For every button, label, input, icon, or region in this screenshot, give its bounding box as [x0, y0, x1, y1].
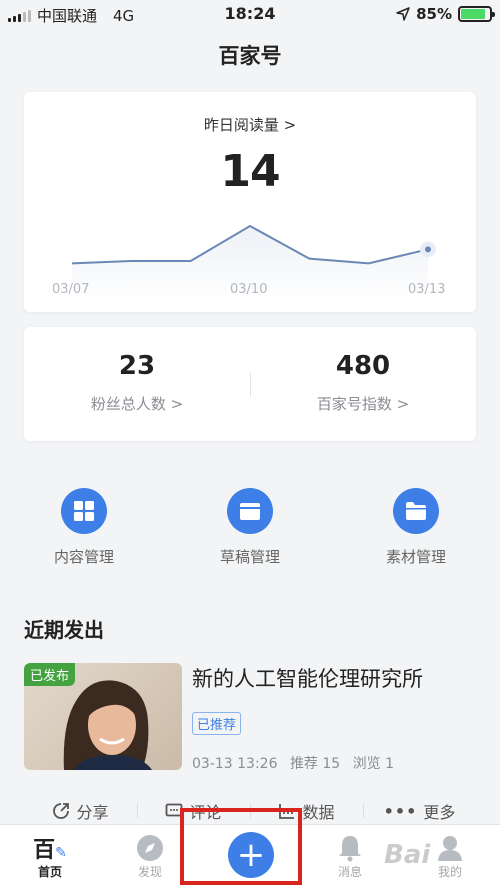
fans-label: 粉丝总人数 >: [90, 395, 184, 413]
post-thumbnail[interactable]: 已发布: [24, 663, 182, 770]
tab-discover-label: 发现: [137, 865, 162, 879]
post-recommend-count: 推荐 15: [289, 756, 341, 772]
recommended-badge: 已推荐: [192, 712, 242, 735]
compass-icon: [137, 835, 163, 861]
reads-value: 14: [220, 146, 280, 197]
folder-icon: [227, 488, 273, 534]
battery-icon: [458, 6, 495, 22]
user-icon: [438, 836, 462, 861]
recent-post-item[interactable]: 已发布 新的人工智能伦理研究所 已推荐 03-13 13:26 推荐 15 浏览…: [24, 663, 476, 773]
x-tick-label: 03/13: [408, 282, 446, 297]
stats-card: 23 粉丝总人数 > 480 百家号指数 >: [24, 327, 476, 441]
published-badge: 已发布: [24, 663, 76, 686]
index-value: 480: [335, 351, 391, 381]
page-title: 百家号: [218, 44, 282, 68]
tab-discover[interactable]: 发现: [110, 833, 190, 880]
content-manage-button[interactable]: 内容管理: [24, 488, 144, 567]
status-bar: 中国联通 4G 18:24 85%: [0, 0, 500, 30]
grid-icon: [61, 488, 107, 534]
draft-manage-label: 草稿管理: [219, 548, 280, 566]
tab-messages[interactable]: 消息: [310, 833, 390, 880]
home-icon: 百✎: [33, 838, 67, 863]
x-tick-label: 03/10: [230, 282, 268, 297]
tab-home[interactable]: 百✎ 首页: [10, 833, 90, 880]
chart-point: [425, 246, 431, 253]
location-arrow-icon: [396, 7, 410, 21]
tab-home-label: 首页: [37, 865, 62, 879]
content-manage-label: 内容管理: [53, 548, 114, 566]
data-label: 数据: [302, 803, 335, 822]
tab-messages-label: 消息: [337, 865, 362, 879]
index-stat[interactable]: 480 百家号指数 >: [250, 351, 476, 414]
index-label: 百家号指数 >: [316, 395, 410, 413]
post-views: 浏览 1: [352, 756, 395, 772]
bell-icon: [339, 836, 361, 862]
fans-stat[interactable]: 23 粉丝总人数 >: [24, 351, 250, 414]
highlight-annotation-box: [180, 808, 302, 885]
share-button[interactable]: 分享: [24, 798, 137, 824]
reads-card[interactable]: 昨日阅读量 > 14 03/07 03/10 03/13: [24, 92, 476, 312]
draft-manage-button[interactable]: 草稿管理: [190, 488, 310, 567]
share-label: 分享: [76, 803, 109, 822]
reads-label[interactable]: 昨日阅读量 >: [24, 114, 476, 135]
fans-count: 23: [118, 351, 156, 381]
folder-icon: [393, 488, 439, 534]
material-manage-label: 素材管理: [385, 548, 446, 566]
battery-percent: 85%: [416, 5, 452, 23]
watermark-text: Bai: [384, 840, 431, 870]
post-title[interactable]: 新的人工智能伦理研究所: [192, 663, 423, 693]
x-tick-label: 03/07: [52, 282, 90, 297]
post-meta: 03-13 13:26 推荐 15 浏览 1: [192, 753, 402, 773]
more-button[interactable]: ••• 更多: [363, 798, 476, 824]
post-date: 03-13 13:26: [192, 756, 278, 772]
material-manage-button[interactable]: 素材管理: [356, 488, 476, 567]
share-icon: [53, 803, 70, 819]
more-icon: •••: [383, 801, 418, 821]
recent-section-title: 近期发出: [24, 618, 104, 642]
more-label: 更多: [423, 803, 456, 822]
